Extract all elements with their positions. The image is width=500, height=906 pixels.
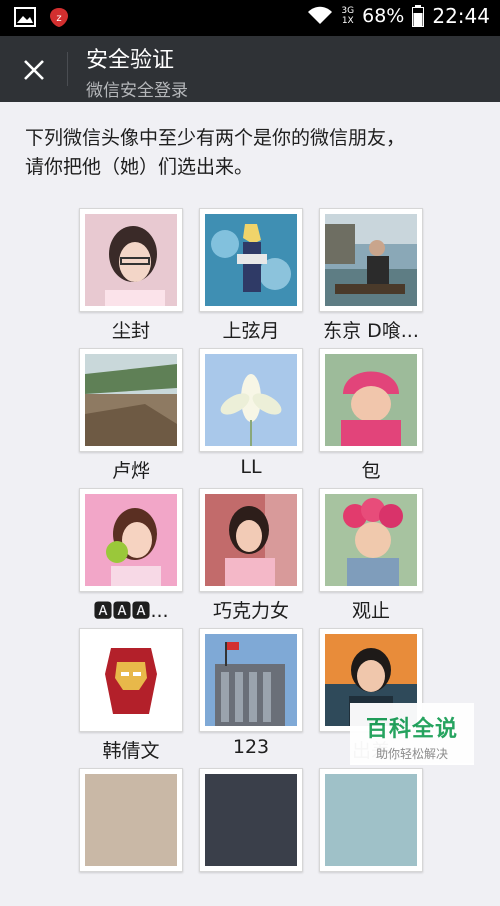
friend-name: 韩倩文 xyxy=(102,740,160,762)
friend-item-1[interactable]: 尘封 xyxy=(78,208,184,346)
friend-avatar[interactable] xyxy=(319,768,423,872)
friend-name: 尘封 xyxy=(111,320,150,342)
close-icon xyxy=(24,60,44,80)
friend-item-15[interactable] xyxy=(318,768,424,906)
header-divider xyxy=(67,52,68,86)
friend-avatar[interactable] xyxy=(199,628,303,732)
friend-item-9[interactable]: 观止 xyxy=(318,488,424,626)
friend-item-8[interactable]: 巧克力女 xyxy=(198,488,304,626)
friend-name: 卢烨 xyxy=(111,460,150,482)
watermark-subtitle: 助你轻松解决 xyxy=(375,747,448,761)
friend-avatar[interactable] xyxy=(319,348,423,452)
friend-name: 东京 D喰... xyxy=(323,320,419,342)
app-header: 安全验证 微信安全登录 xyxy=(0,36,500,102)
watermark-title: 百科全说 xyxy=(365,717,458,742)
page-title: 安全验证 xyxy=(86,48,175,73)
friend-avatar[interactable] xyxy=(319,208,423,312)
friend-avatar[interactable] xyxy=(319,488,423,592)
friend-item-4[interactable]: 卢烨 xyxy=(78,348,184,486)
friend-item-3[interactable]: 东京 D喰... xyxy=(318,208,424,346)
svg-text:z: z xyxy=(56,13,61,24)
friend-name: 上弦月 xyxy=(222,320,280,342)
page-subtitle: 微信安全登录 xyxy=(86,81,188,101)
watermark-logo: 百科全说 助你轻松解决 xyxy=(350,703,474,765)
friend-name: 观止 xyxy=(351,600,390,622)
battery-percent: 68% xyxy=(362,5,405,27)
friend-name: 🅰🅰🅰... xyxy=(93,600,169,622)
friend-name: 123 xyxy=(232,736,270,758)
friend-item-10[interactable]: 韩倩文 xyxy=(78,628,184,766)
friend-item-13[interactable] xyxy=(78,768,184,906)
friend-item-14[interactable] xyxy=(198,768,304,906)
friend-avatar[interactable] xyxy=(199,208,303,312)
battery-icon xyxy=(412,5,425,27)
friend-avatar[interactable] xyxy=(79,348,183,452)
friend-item-7[interactable]: 🅰🅰🅰... xyxy=(78,488,184,626)
friend-avatar[interactable] xyxy=(79,488,183,592)
friend-avatar[interactable] xyxy=(79,768,183,872)
friend-item-11[interactable]: 123 xyxy=(198,628,304,766)
friend-name: LL xyxy=(240,456,262,478)
friend-avatar[interactable] xyxy=(199,348,303,452)
notification-app-icon: z xyxy=(48,6,70,28)
image-icon xyxy=(14,7,36,27)
friend-avatar[interactable] xyxy=(79,628,183,732)
friend-name: 巧克力女 xyxy=(212,600,289,622)
friend-item-5[interactable]: LL xyxy=(198,348,304,486)
status-bar: z 3G 1X 68% 22:44 xyxy=(0,0,500,36)
friend-item-6[interactable]: 包 xyxy=(318,348,424,486)
friend-avatar[interactable] xyxy=(199,488,303,592)
signal-icon: 3G 1X xyxy=(341,6,355,26)
instruction-text: 下列微信头像中至少有两个是你的微信朋友， 请你把他（她）们选出来。 xyxy=(25,127,406,178)
wifi-icon xyxy=(307,6,333,26)
friend-avatar[interactable] xyxy=(199,768,303,872)
clock: 22:44 xyxy=(432,4,490,28)
friend-name: 包 xyxy=(361,460,381,482)
close-button[interactable] xyxy=(14,50,54,90)
friend-item-2[interactable]: 上弦月 xyxy=(198,208,304,346)
friend-avatar[interactable] xyxy=(79,208,183,312)
